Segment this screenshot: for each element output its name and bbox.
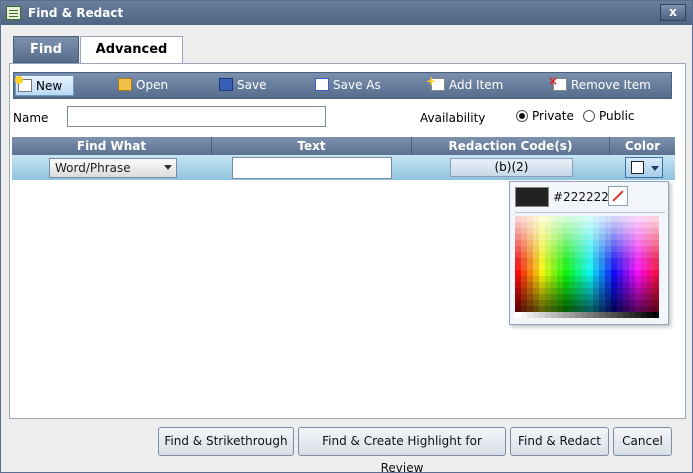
remove-item-icon (548, 71, 567, 92)
save-label: Save (237, 78, 267, 92)
add-item-icon (426, 71, 445, 92)
new-button[interactable]: New (15, 75, 74, 96)
toolbar: New Open Save Save As Add Item Remove It… (13, 71, 672, 99)
title-bar: Find & Redact x (1, 1, 692, 25)
color-picker-popup: #222222 (509, 181, 669, 325)
radio-public-label: Public (599, 109, 635, 123)
grid-header: Find What Text Redaction Code(s) Color (12, 137, 675, 155)
current-color-swatch (515, 187, 549, 207)
find-redact-dialog: Find & Redact x Find Advanced New Open S… (0, 0, 693, 473)
save-button[interactable]: Save (219, 75, 266, 96)
color-dropdown-button[interactable] (625, 157, 663, 178)
window-title: Find & Redact (28, 6, 124, 20)
column-header-find-what[interactable]: Find What (12, 137, 212, 155)
radio-public[interactable]: Public (583, 109, 635, 123)
current-color-hex: #222222 (553, 190, 609, 204)
color-palette[interactable] (515, 216, 659, 320)
remove-item-label: Remove Item (571, 78, 651, 92)
cancel-button[interactable]: Cancel (613, 427, 672, 456)
column-header-text[interactable]: Text (212, 137, 412, 155)
add-item-button[interactable]: Add Item (426, 71, 504, 96)
app-icon (6, 6, 21, 20)
save-as-button[interactable]: Save As (315, 75, 381, 96)
add-item-label: Add Item (449, 78, 504, 92)
tab-advanced[interactable]: Advanced (80, 36, 183, 64)
no-color-icon[interactable] (608, 186, 628, 206)
close-button[interactable]: x (660, 4, 686, 21)
remove-item-button[interactable]: Remove Item (548, 71, 651, 96)
color-swatch (631, 161, 644, 174)
floppy-disk-icon (219, 78, 233, 91)
column-header-color[interactable]: Color (610, 137, 675, 155)
availability-label: Availability (420, 111, 486, 125)
radio-private-indicator (516, 110, 528, 122)
folder-open-icon (118, 78, 132, 91)
redaction-code-button[interactable]: (b)(2) (450, 158, 573, 177)
chevron-down-icon (164, 165, 172, 170)
save-as-icon (315, 78, 329, 91)
name-label: Name (13, 111, 49, 125)
open-label: Open (136, 78, 169, 92)
find-highlight-button[interactable]: Find & Create Highlight for Review (298, 427, 506, 473)
table-row: Word/Phrase (b)(2) (12, 155, 675, 180)
radio-public-indicator (583, 110, 595, 122)
color-cell[interactable] (653, 312, 659, 318)
open-button[interactable]: Open (118, 75, 168, 96)
radio-private[interactable]: Private (516, 109, 574, 123)
find-strikethrough-button[interactable]: Find & Strikethrough (158, 427, 294, 456)
chevron-down-icon (651, 166, 659, 171)
save-as-label: Save As (333, 78, 381, 92)
new-label: New (36, 79, 63, 93)
find-redact-button[interactable]: Find & Redact (510, 427, 609, 456)
picker-divider (515, 212, 665, 213)
name-input[interactable] (67, 106, 326, 127)
tab-find[interactable]: Find (13, 36, 79, 63)
find-what-dropdown[interactable]: Word/Phrase (49, 158, 177, 178)
column-header-redaction-codes[interactable]: Redaction Code(s) (412, 137, 610, 155)
text-input[interactable] (232, 157, 392, 179)
radio-private-label: Private (532, 109, 574, 123)
new-document-icon (15, 76, 32, 92)
find-what-value: Word/Phrase (55, 161, 131, 175)
